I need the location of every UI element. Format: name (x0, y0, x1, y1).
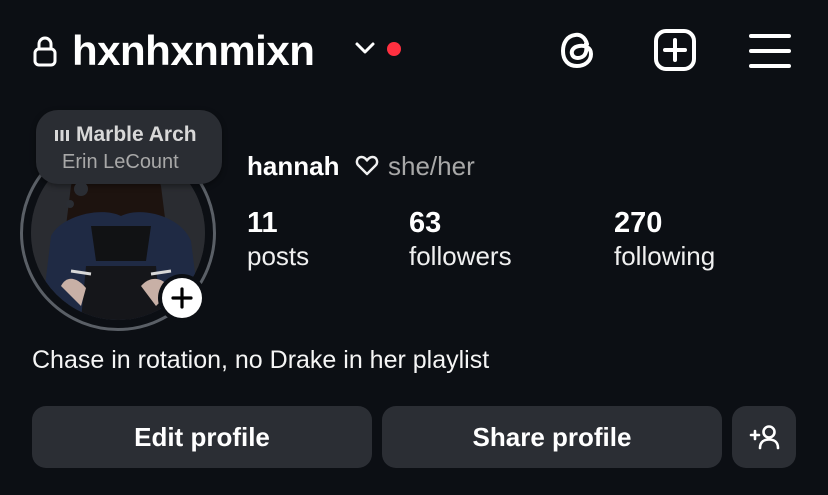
note-tail-small (66, 200, 74, 208)
add-story-button[interactable] (162, 278, 202, 318)
note-song-title: Marble Arch (76, 123, 197, 146)
share-profile-button[interactable]: Share profile (382, 406, 722, 468)
edit-profile-button[interactable]: Edit profile (32, 406, 372, 468)
lock-icon (33, 36, 57, 67)
chevron-down-icon[interactable] (354, 40, 376, 56)
stat-following[interactable]: 270 following (614, 206, 715, 272)
following-label: following (614, 241, 716, 271)
stat-followers[interactable]: 63 followers (409, 206, 512, 272)
profile-name: hannah (247, 151, 340, 181)
note-tail (74, 182, 88, 196)
plus-icon (171, 287, 193, 309)
posts-count: 11 (247, 207, 278, 239)
followers-label: followers (409, 241, 512, 271)
new-post-icon[interactable] (653, 28, 697, 72)
notification-dot (387, 42, 401, 56)
threads-icon[interactable] (556, 28, 600, 72)
equalizer-icon (55, 130, 69, 141)
bio: Chase in rotation, no Drake in her playl… (32, 346, 490, 374)
stat-posts[interactable]: 11 posts (247, 206, 309, 272)
username[interactable]: hxnhxnmixn (72, 26, 315, 76)
posts-label: posts (247, 241, 310, 271)
add-person-icon (749, 425, 780, 450)
discover-people-button[interactable] (732, 406, 796, 468)
followers-count: 63 (409, 207, 442, 239)
note-artist: Erin LeCount (62, 151, 179, 173)
menu-icon[interactable] (748, 30, 792, 74)
pronouns: she/her (388, 151, 475, 181)
heart-icon (355, 155, 379, 176)
following-count: 270 (614, 207, 663, 239)
